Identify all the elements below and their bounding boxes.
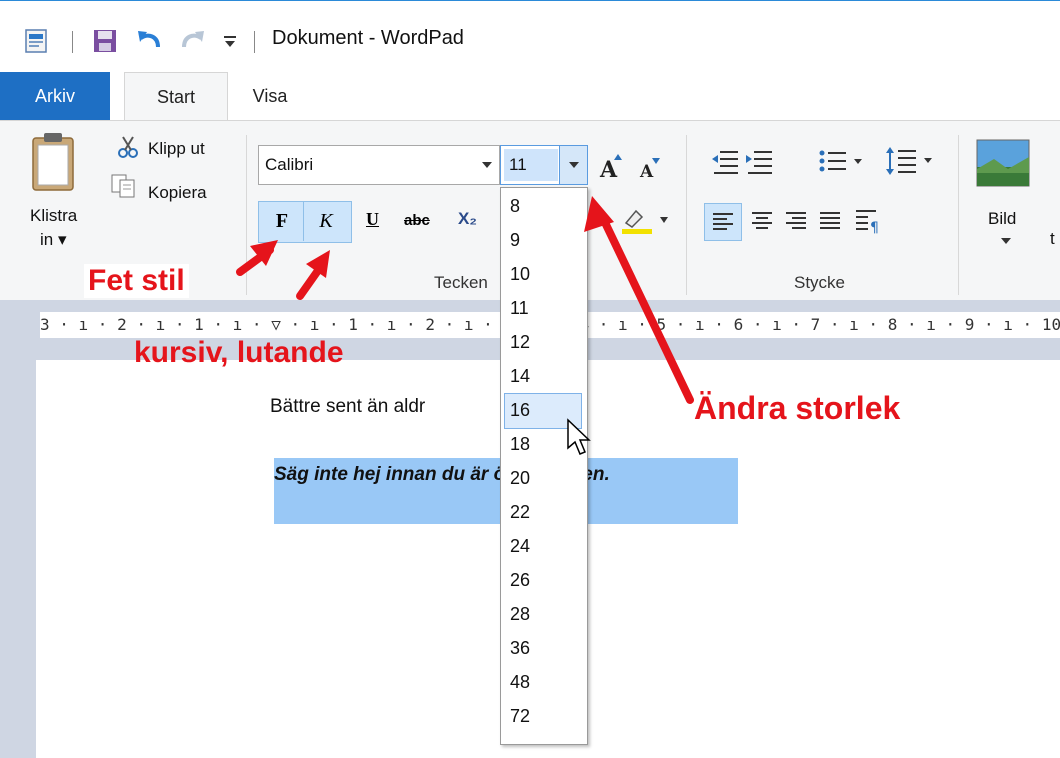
annotation-italic: kursiv, lutande xyxy=(134,336,344,369)
annotation-size: Ändra storlek xyxy=(694,390,901,426)
annotation-bold: Fet stil xyxy=(84,264,189,298)
annotation-arrows xyxy=(236,196,694,404)
